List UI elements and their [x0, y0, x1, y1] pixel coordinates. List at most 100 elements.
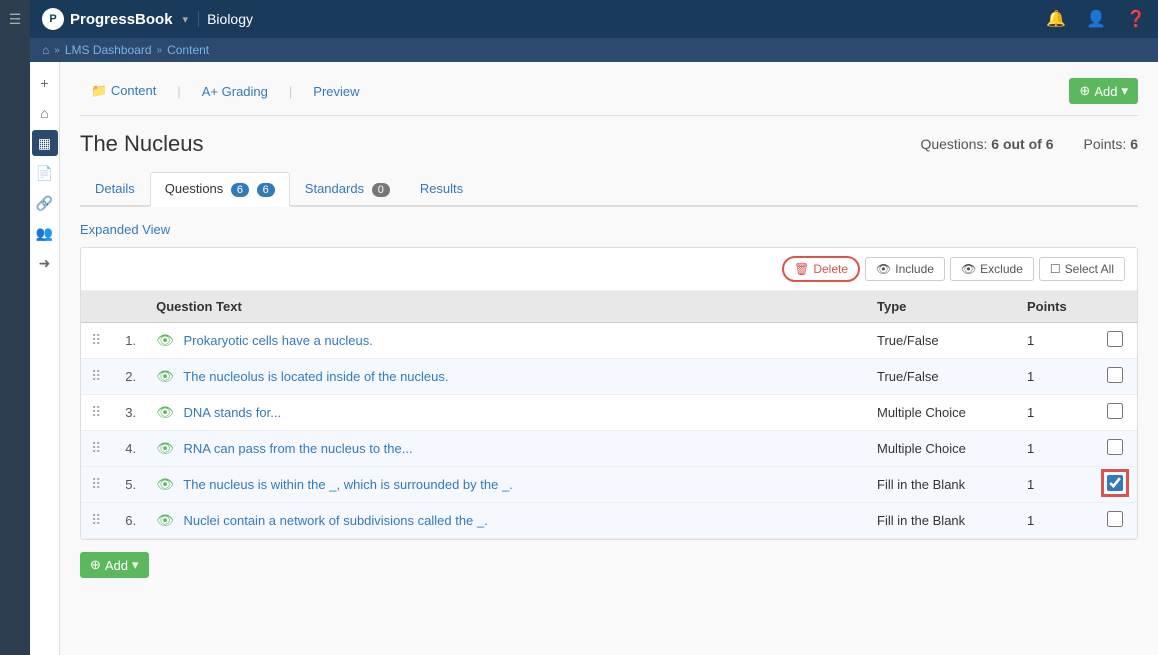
col-num — [115, 291, 146, 323]
left-icon-arrow[interactable]: ➜ — [32, 250, 58, 276]
left-icon-users[interactable]: 👥 — [32, 220, 58, 246]
drag-handle-cell: ⠿ — [81, 359, 115, 395]
breadcrumb-home[interactable]: ⌂ — [42, 43, 49, 57]
table-row: ⠿ 1. 👁 Prokaryotic cells have a nucleus.… — [81, 323, 1137, 359]
table-row: ⠿ 5. 👁 The nucleus is within the _, whic… — [81, 467, 1137, 503]
type-cell: True/False — [867, 323, 1017, 359]
tab-link-grading[interactable]: A+ Grading — [191, 78, 279, 105]
action-bar: 🗑 Delete 👁 Include 👁 Exclude ☐ Select Al… — [81, 248, 1137, 291]
question-link[interactable]: The nucleus is within the _, which is su… — [183, 477, 513, 492]
question-text-cell: 👁 The nucleus is within the _, which is … — [146, 467, 867, 503]
eye-exclude-icon: 👁 — [961, 262, 976, 276]
tab-link-content[interactable]: 📁 Content — [80, 77, 167, 105]
row-number: 3. — [115, 395, 146, 431]
table-row: ⠿ 6. 👁 Nuclei contain a network of subdi… — [81, 503, 1137, 539]
points-stat: Points: 6 — [1084, 136, 1139, 152]
row-number: 5. — [115, 467, 146, 503]
points-cell: 1 — [1017, 359, 1097, 395]
drag-handle-icon[interactable]: ⠿ — [91, 404, 101, 420]
row-checkbox[interactable] — [1107, 367, 1123, 383]
questions-table: Question Text Type Points ⠿ 1. 👁 Prokary… — [81, 291, 1137, 539]
add-button-top[interactable]: ⊕ Add ▾ — [1069, 78, 1138, 104]
drag-handle-cell: ⠿ — [81, 323, 115, 359]
question-link[interactable]: DNA stands for... — [184, 405, 282, 420]
tab-standards[interactable]: Standards 0 — [290, 172, 405, 205]
course-name[interactable]: Biology — [198, 11, 261, 27]
drag-handle-icon[interactable]: ⠿ — [91, 512, 101, 528]
question-link[interactable]: The nucleolus is located inside of the n… — [183, 369, 448, 384]
brand-logo: P — [42, 8, 64, 30]
notification-icon[interactable]: 🔔 — [1046, 9, 1066, 29]
navbar: P ProgressBook ▾ Biology 🔔 👤 ❓ — [30, 0, 1158, 38]
eye-icon: 👁 — [156, 512, 174, 528]
tab-results[interactable]: Results — [405, 172, 478, 205]
checkbox-cell — [1097, 503, 1137, 539]
type-cell: True/False — [867, 359, 1017, 395]
sidebar-icon-1[interactable]: ☰ — [1, 5, 29, 33]
drag-handle-icon[interactable]: ⠿ — [91, 476, 101, 492]
type-cell: Fill in the Blank — [867, 503, 1017, 539]
add-icon: ⊕ — [1079, 83, 1090, 99]
page-stats: Questions: 6 out of 6 Points: 6 — [920, 136, 1138, 152]
breadcrumb: ⌂ » LMS Dashboard » Content — [30, 38, 1158, 62]
row-number: 1. — [115, 323, 146, 359]
points-cell: 1 — [1017, 323, 1097, 359]
row-checkbox[interactable] — [1107, 475, 1123, 491]
points-cell: 1 — [1017, 395, 1097, 431]
question-text-cell: 👁 Nuclei contain a network of subdivisio… — [146, 503, 867, 539]
question-text-cell: 👁 Prokaryotic cells have a nucleus. — [146, 323, 867, 359]
question-link[interactable]: Prokaryotic cells have a nucleus. — [184, 333, 373, 348]
eye-icon: 👁 — [156, 332, 174, 348]
main-wrapper: P ProgressBook ▾ Biology 🔔 👤 ❓ ⌂ » LMS D… — [30, 0, 1158, 655]
tab-questions[interactable]: Questions 6 6 — [150, 172, 290, 207]
tab-link-preview[interactable]: Preview — [302, 78, 370, 105]
content-area: + ⌂ ▦ 📄 🔗 👥 ➜ 📁 Content | A+ Grading | — [30, 62, 1158, 655]
left-icon-home[interactable]: ⌂ — [32, 100, 58, 126]
col-type: Type — [867, 291, 1017, 323]
tab-details[interactable]: Details — [80, 172, 150, 205]
left-icon-plus[interactable]: + — [32, 70, 58, 96]
user-icon[interactable]: 👤 — [1086, 9, 1106, 29]
row-number: 2. — [115, 359, 146, 395]
drag-handle-icon[interactable]: ⠿ — [91, 440, 101, 456]
questions-table-container: 🗑 Delete 👁 Include 👁 Exclude ☐ Select Al… — [80, 247, 1138, 540]
left-icon-book[interactable]: 📄 — [32, 160, 58, 186]
col-check — [1097, 291, 1137, 323]
row-checkbox[interactable] — [1107, 403, 1123, 419]
include-button[interactable]: 👁 Include — [865, 257, 945, 281]
row-checkbox[interactable] — [1107, 439, 1123, 455]
expanded-view-link[interactable]: Expanded View — [80, 222, 170, 237]
row-checkbox[interactable] — [1107, 331, 1123, 347]
eye-include-icon: 👁 — [876, 262, 891, 276]
drag-handle-icon[interactable]: ⠿ — [91, 368, 101, 384]
question-link[interactable]: RNA can pass from the nucleus to the... — [184, 441, 413, 456]
add-icon-bottom: ⊕ — [90, 557, 101, 573]
eye-icon: 👁 — [156, 368, 174, 384]
eye-icon: 👁 — [156, 476, 174, 492]
type-cell: Fill in the Blank — [867, 467, 1017, 503]
breadcrumb-lms[interactable]: LMS Dashboard — [65, 43, 152, 57]
help-icon[interactable]: ❓ — [1126, 9, 1146, 29]
eye-icon: 👁 — [156, 404, 174, 420]
content-tabs: Details Questions 6 6 Standards 0 Result… — [80, 172, 1138, 207]
col-drag — [81, 291, 115, 323]
row-checkbox[interactable] — [1107, 511, 1123, 527]
col-points: Points — [1017, 291, 1097, 323]
select-all-button[interactable]: ☐ Select All — [1039, 257, 1125, 281]
question-link[interactable]: Nuclei contain a network of subdivisions… — [184, 513, 488, 528]
dropdown-arrow[interactable]: ▾ — [183, 13, 189, 26]
add-button-bottom[interactable]: ⊕ Add ▾ — [80, 552, 149, 578]
drag-handle-cell: ⠿ — [81, 503, 115, 539]
delete-button[interactable]: 🗑 Delete — [782, 256, 860, 282]
left-icon-grid[interactable]: ▦ — [32, 130, 58, 156]
exclude-button[interactable]: 👁 Exclude — [950, 257, 1034, 281]
top-toolbar: 📁 Content | A+ Grading | Preview ⊕ Add ▾ — [80, 77, 1138, 116]
left-icon-link[interactable]: 🔗 — [32, 190, 58, 216]
row-number: 6. — [115, 503, 146, 539]
drag-handle-cell: ⠿ — [81, 431, 115, 467]
drag-handle-icon[interactable]: ⠿ — [91, 332, 101, 348]
trash-icon: 🗑 — [794, 262, 809, 276]
app-sidebar: ☰ — [0, 0, 30, 655]
breadcrumb-content[interactable]: Content — [167, 43, 209, 57]
question-text-cell: 👁 RNA can pass from the nucleus to the..… — [146, 431, 867, 467]
